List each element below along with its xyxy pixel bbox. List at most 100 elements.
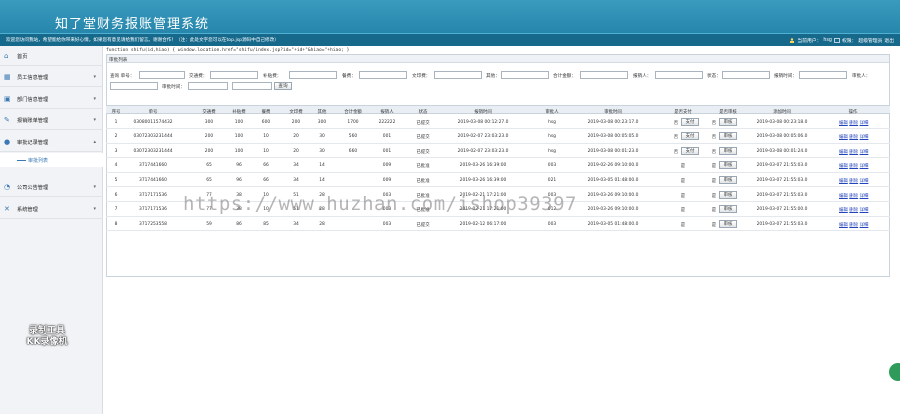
table-cell: 20 <box>293 134 299 140</box>
detail-link[interactable]: 详细 <box>860 223 869 228</box>
detail-link[interactable]: 详细 <box>860 208 869 213</box>
query-button[interactable]: 查询 <box>274 82 292 90</box>
detail-link[interactable]: 详细 <box>860 164 869 169</box>
detail-link[interactable]: 详细 <box>860 121 869 126</box>
audit-button[interactable]: 审核 <box>719 175 737 184</box>
table-cell: 3717441660 <box>139 177 167 183</box>
current-user: hsg <box>823 38 832 43</box>
edit-link[interactable]: 编辑 <box>839 121 848 126</box>
panel-title: 审批列表 <box>107 55 889 63</box>
detail-link[interactable]: 详细 <box>860 150 869 155</box>
floating-widget[interactable] <box>889 363 900 381</box>
edit-link[interactable]: 编辑 <box>839 194 848 199</box>
sidebar-item-label: 系统管理 <box>17 207 38 213</box>
user-icon: ● <box>4 138 11 146</box>
subsidy-fee-input[interactable] <box>289 71 337 79</box>
print-fee-input[interactable] <box>434 71 482 79</box>
sidebar-item-bills[interactable]: ✎ 报销账单管理 ▾ <box>0 110 103 130</box>
delete-link[interactable]: 删除 <box>849 150 858 155</box>
extra-input[interactable] <box>232 82 272 90</box>
sidebar-item-approvals[interactable]: ● 审批记录管理 ▴ <box>0 132 103 152</box>
main-content: function shifu(id,hiao) { window.locatio… <box>103 46 900 414</box>
logout-link[interactable]: 退出 <box>884 37 894 44</box>
delete-link[interactable]: 删除 <box>849 208 858 213</box>
edit-link[interactable]: 编辑 <box>839 179 848 184</box>
table-cell: 30 <box>319 148 325 154</box>
delete-link[interactable]: 删除 <box>849 164 858 169</box>
filter-label: 审批人： <box>852 74 871 79</box>
table-cell: 65 <box>206 177 212 183</box>
table-cell: 2019-03-26 09:10:00.0 <box>587 192 639 198</box>
audit-button[interactable]: 审核 <box>719 219 737 228</box>
row-actions: 编辑 删除 详细 <box>839 222 870 228</box>
pay-button[interactable]: 支付 <box>681 117 699 126</box>
delete-link[interactable]: 删除 <box>849 194 858 199</box>
audit-button[interactable]: 审核 <box>719 205 737 214</box>
edit-link[interactable]: 编辑 <box>839 150 848 155</box>
detail-link[interactable]: 详细 <box>860 194 869 199</box>
audit-button[interactable]: 审核 <box>719 146 737 155</box>
sidebar-item-departments[interactable]: ▣ 部门信息管理 ▾ <box>0 89 103 109</box>
table-cell: 03080011574432 <box>133 119 173 125</box>
column-header: 报销时间 <box>474 109 492 115</box>
edit-link[interactable]: 编辑 <box>839 135 848 140</box>
pay-button[interactable]: 支付 <box>681 146 699 155</box>
delete-link[interactable]: 删除 <box>849 135 858 140</box>
delete-link[interactable]: 删除 <box>849 121 858 126</box>
sidebar-item-label: 首页 <box>17 54 28 60</box>
audit-button[interactable]: 审核 <box>719 117 737 126</box>
table-cell: 600 <box>261 119 271 125</box>
table-cell: 2019-02-26 09:10:00.0 <box>587 163 639 169</box>
transport-fee-input[interactable] <box>210 71 258 79</box>
table-cell: hsg <box>548 134 556 140</box>
chevron-down-icon: ▾ <box>93 74 96 80</box>
audit-button[interactable]: 审核 <box>719 132 737 141</box>
sidebar-item-employees[interactable]: ▦ 员工信息管理 ▾ <box>0 67 103 87</box>
table-cell: 10 <box>263 148 269 154</box>
sidebar-item-label: 员工信息管理 <box>17 75 49 81</box>
table-cell: 34 <box>293 177 299 183</box>
watermark-line: KK录像机 <box>26 337 68 347</box>
edit-link[interactable]: 编辑 <box>839 164 848 169</box>
detail-link[interactable]: 详细 <box>860 135 869 140</box>
table-cell: 59 <box>206 221 212 227</box>
table-cell: 2019-03-08 00:12:27.0 <box>457 119 509 125</box>
sidebar-subitem-approval-list[interactable]: 审批列表 <box>0 153 103 167</box>
table-header: 序号 单号 交通费 补贴费 餐费 文印费 其他 合计金额 报销人 状态 报销时间 审批人 审批时间 是否支… <box>106 105 890 115</box>
edit-link[interactable]: 编辑 <box>839 208 848 213</box>
edit-link[interactable]: 编辑 <box>839 223 848 228</box>
approve-time-input[interactable] <box>188 82 228 90</box>
delete-link[interactable]: 删除 <box>849 223 858 228</box>
table-cell: 30 <box>319 134 325 140</box>
app-header: 知了堂财务报账管理系统 欢迎您访问我站，希望能给你带来好心情，如果您有意见请给我… <box>0 0 900 46</box>
order-number-input[interactable] <box>139 71 185 79</box>
approver-input[interactable] <box>110 82 158 90</box>
column-header: 合计金额 <box>344 109 362 115</box>
table-cell: 已批准 <box>416 164 430 170</box>
sidebar-item-notices[interactable]: ◔ 公司公告管理 ▾ <box>0 177 103 197</box>
detail-link[interactable]: 详细 <box>860 179 869 184</box>
table-cell: 96 <box>236 177 242 183</box>
audit-button[interactable]: 审核 <box>719 190 737 199</box>
row-actions: 编辑 删除 详细 <box>839 163 870 169</box>
status-input[interactable] <box>722 71 770 79</box>
delete-link[interactable]: 删除 <box>849 179 858 184</box>
chevron-down-icon: ▾ <box>93 184 96 190</box>
table-cell: 20 <box>293 148 299 154</box>
paid-status: 是 <box>680 178 686 184</box>
sidebar-item-home[interactable]: ⌂ 首页 <box>0 46 103 66</box>
pay-button[interactable]: 支付 <box>681 132 699 141</box>
column-header: 操作 <box>848 109 858 115</box>
apply-time-input[interactable] <box>799 71 847 79</box>
meal-fee-input[interactable] <box>359 71 407 79</box>
table-cell: 5 <box>114 177 118 183</box>
total-amount-input[interactable] <box>580 71 628 79</box>
sidebar-item-system[interactable]: ✕ 系统管理 ▾ <box>0 199 103 219</box>
audit-button[interactable]: 审核 <box>719 161 737 170</box>
applicant-input[interactable] <box>655 71 703 79</box>
table-cell: 8 <box>114 221 118 227</box>
column-header: 审批时间 <box>604 109 622 115</box>
table-cell: 200 <box>204 134 214 140</box>
table-row: 1 03080011574432 300 100 600 200 300 1700 222222… <box>106 115 890 129</box>
other-fee-input[interactable] <box>501 71 549 79</box>
